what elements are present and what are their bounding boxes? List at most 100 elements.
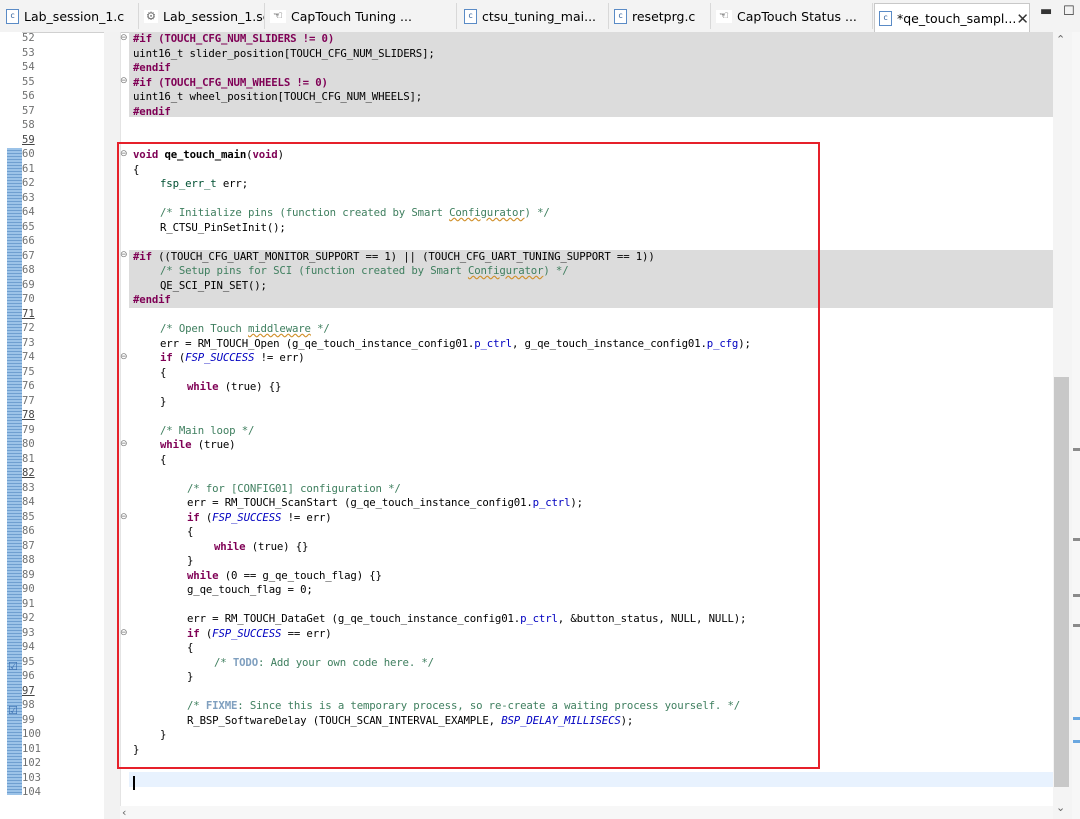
line-number: 78 [22,409,35,421]
horizontal-scrollbar[interactable] [120,806,1053,819]
change-marker-bar [7,148,22,795]
line-number: 74 [22,351,35,363]
fold-toggle-icon[interactable]: ⊖ [120,76,128,86]
scroll-up-icon[interactable]: ⌃ [1056,33,1065,46]
line-number: 96 [22,670,35,682]
line-number: 73 [22,336,35,349]
line-number: 66 [22,235,35,247]
task-marker-icon[interactable]: ☑ [8,660,18,673]
line-number: 52 [22,32,35,44]
line-number: 57 [22,104,35,117]
text-cursor [133,776,135,790]
line-number: 53 [22,46,35,59]
line-number: 93 [22,626,35,639]
line-number: 95 [22,655,35,668]
overview-marker[interactable] [1073,448,1080,451]
tab-label: resetprg.c [632,8,696,24]
current-line-highlight [129,772,1053,787]
line-number: 60 [22,148,35,160]
line-number: 70 [22,293,35,305]
minimize-icon[interactable]: ▬ [1040,4,1052,19]
line-number: 92 [22,612,35,624]
line-number: 101 [22,742,41,755]
code-line: #endif [133,61,171,74]
scroll-down-icon[interactable]: ⌄ [1056,801,1065,814]
tab-captouch-tuning[interactable]: ☜ CapTouch Tuning ... [266,3,457,29]
line-number: 58 [22,119,35,131]
overview-marker[interactable] [1073,538,1080,541]
code-line: uint16_t slider_position[TOUCH_CFG_NUM_S… [133,46,435,60]
line-number: 76 [22,380,35,392]
tab-lab-session-scfg[interactable]: ⚙ Lab_session_1.scfg [140,3,265,29]
line-number: 59 [22,133,35,146]
line-number: 85 [22,510,35,523]
line-number: 86 [22,525,35,537]
line-number: 69 [22,278,35,291]
line-number: 55 [22,75,35,88]
line-number: 84 [22,496,35,508]
line-number: 90 [22,583,35,595]
close-icon[interactable]: ✕ [1016,10,1029,28]
line-number: 104 [22,786,41,798]
line-number: 67 [22,249,35,262]
line-number: 61 [22,162,35,175]
code-line: #if (TOUCH_CFG_NUM_SLIDERS != 0) [133,32,334,45]
overview-marker[interactable] [1073,594,1080,597]
tab-captouch-status[interactable]: ☜ CapTouch Status ... [712,3,873,29]
line-number: 71 [22,307,35,320]
overview-task-marker[interactable] [1073,717,1080,720]
task-marker-icon[interactable]: ☑ [8,704,18,717]
line-number: 75 [22,365,35,378]
preprocessor-directive: #if (TOUCH_CFG_NUM_WHEELS != 0) [133,75,328,89]
line-number: 68 [22,264,35,276]
overview-ruler[interactable] [1072,32,1080,819]
line-number: 56 [22,90,35,102]
highlight-box [117,142,820,769]
line-number: 100 [22,728,41,740]
line-number: 91 [22,597,35,610]
line-number: 82 [22,467,35,479]
line-number: 102 [22,757,41,769]
fold-toggle-icon[interactable]: ⊖ [120,33,128,43]
gear-icon: ⚙ [144,9,158,23]
c-file-icon: c [464,8,477,24]
line-number: 87 [22,539,35,552]
code-line: uint16_t wheel_position[TOUCH_CFG_NUM_WH… [133,90,423,103]
tab-label: *qe_touch_sampl... [897,11,1017,26]
editor-gutter [0,32,22,819]
scroll-left-icon[interactable]: ‹ [122,806,126,819]
tab-lab-session-c[interactable]: c Lab_session_1.c [2,3,139,29]
line-number: 54 [22,61,35,73]
tab-resetprg-c[interactable]: c resetprg.c [610,3,711,29]
editor-tab-bar: c Lab_session_1.c ⚙ Lab_session_1.scfg ☜… [0,0,1080,33]
code-line: #if (TOUCH_CFG_NUM_WHEELS != 0) [133,76,328,89]
line-number: 80 [22,438,35,450]
line-number: 83 [22,481,35,494]
c-file-icon: c [614,8,627,24]
c-file-icon: c [879,11,892,26]
line-number: 79 [22,423,35,436]
maximize-icon[interactable]: ☐ [1063,4,1075,19]
line-number: 89 [22,568,35,581]
line-number: 97 [22,684,35,697]
tab-qe-touch-sample[interactable]: c *qe_touch_sampl... ✕ [874,3,1030,33]
overview-marker[interactable] [1073,624,1080,627]
tab-ctsu-tuning-main[interactable]: c ctsu_tuning_mai... [460,3,609,29]
line-number: 81 [22,452,35,465]
scrollbar-thumb[interactable] [1054,377,1069,787]
c-file-icon: c [6,8,19,24]
line-number: 94 [22,641,35,653]
tab-label: CapTouch Tuning ... [291,8,412,24]
overview-task-marker[interactable] [1073,740,1080,743]
preprocessor-directive: #if (TOUCH_CFG_NUM_SLIDERS != 0) [133,32,335,45]
line-number: 72 [22,322,35,334]
tab-label: Lab_session_1.scfg [163,8,264,24]
line-number: 62 [22,177,35,189]
touch-icon: ☜ [716,9,732,23]
line-number: 64 [22,206,35,218]
line-number: 63 [22,191,35,204]
line-number: 103 [22,771,41,784]
line-number: 88 [22,554,35,566]
code-line: #endif [133,104,171,118]
touch-icon: ☜ [270,9,286,23]
